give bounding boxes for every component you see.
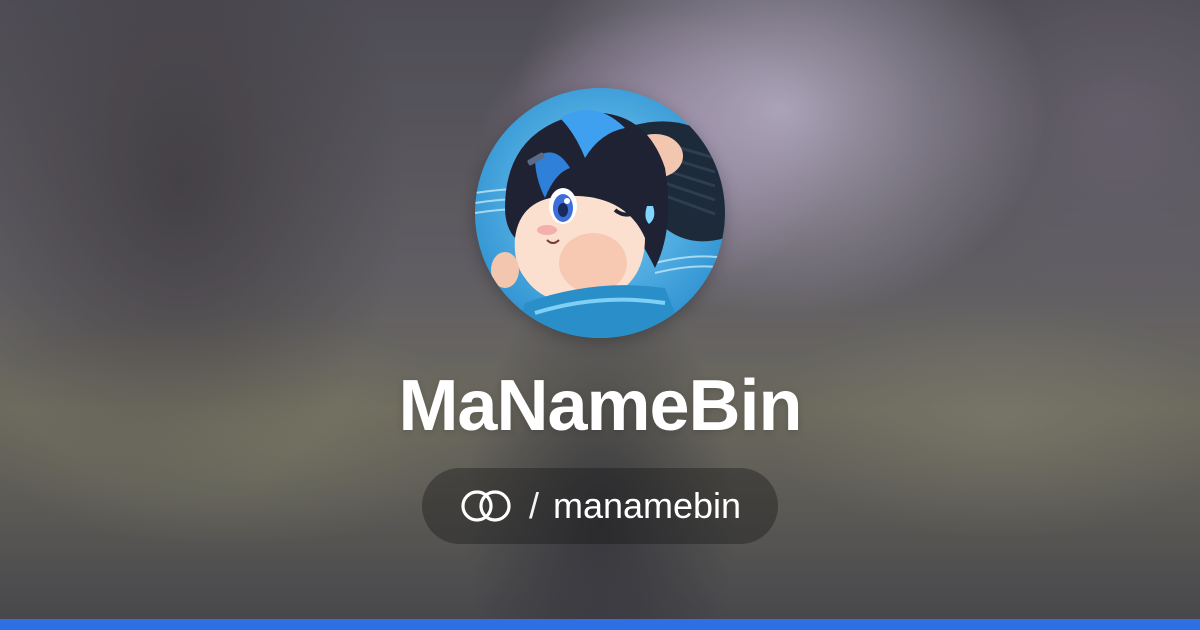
- profile-username: manamebin: [552, 485, 742, 526]
- accent-bottom-bar: [0, 619, 1200, 630]
- profile-display-name: MaNameBin: [398, 366, 802, 446]
- handle-separator: /: [528, 485, 539, 526]
- linked-rings-logo-icon: [461, 490, 511, 522]
- profile-avatar: [475, 88, 725, 338]
- profile-handle-link[interactable]: / manamebin: [422, 468, 778, 544]
- anime-character-avatar-image: [475, 88, 725, 338]
